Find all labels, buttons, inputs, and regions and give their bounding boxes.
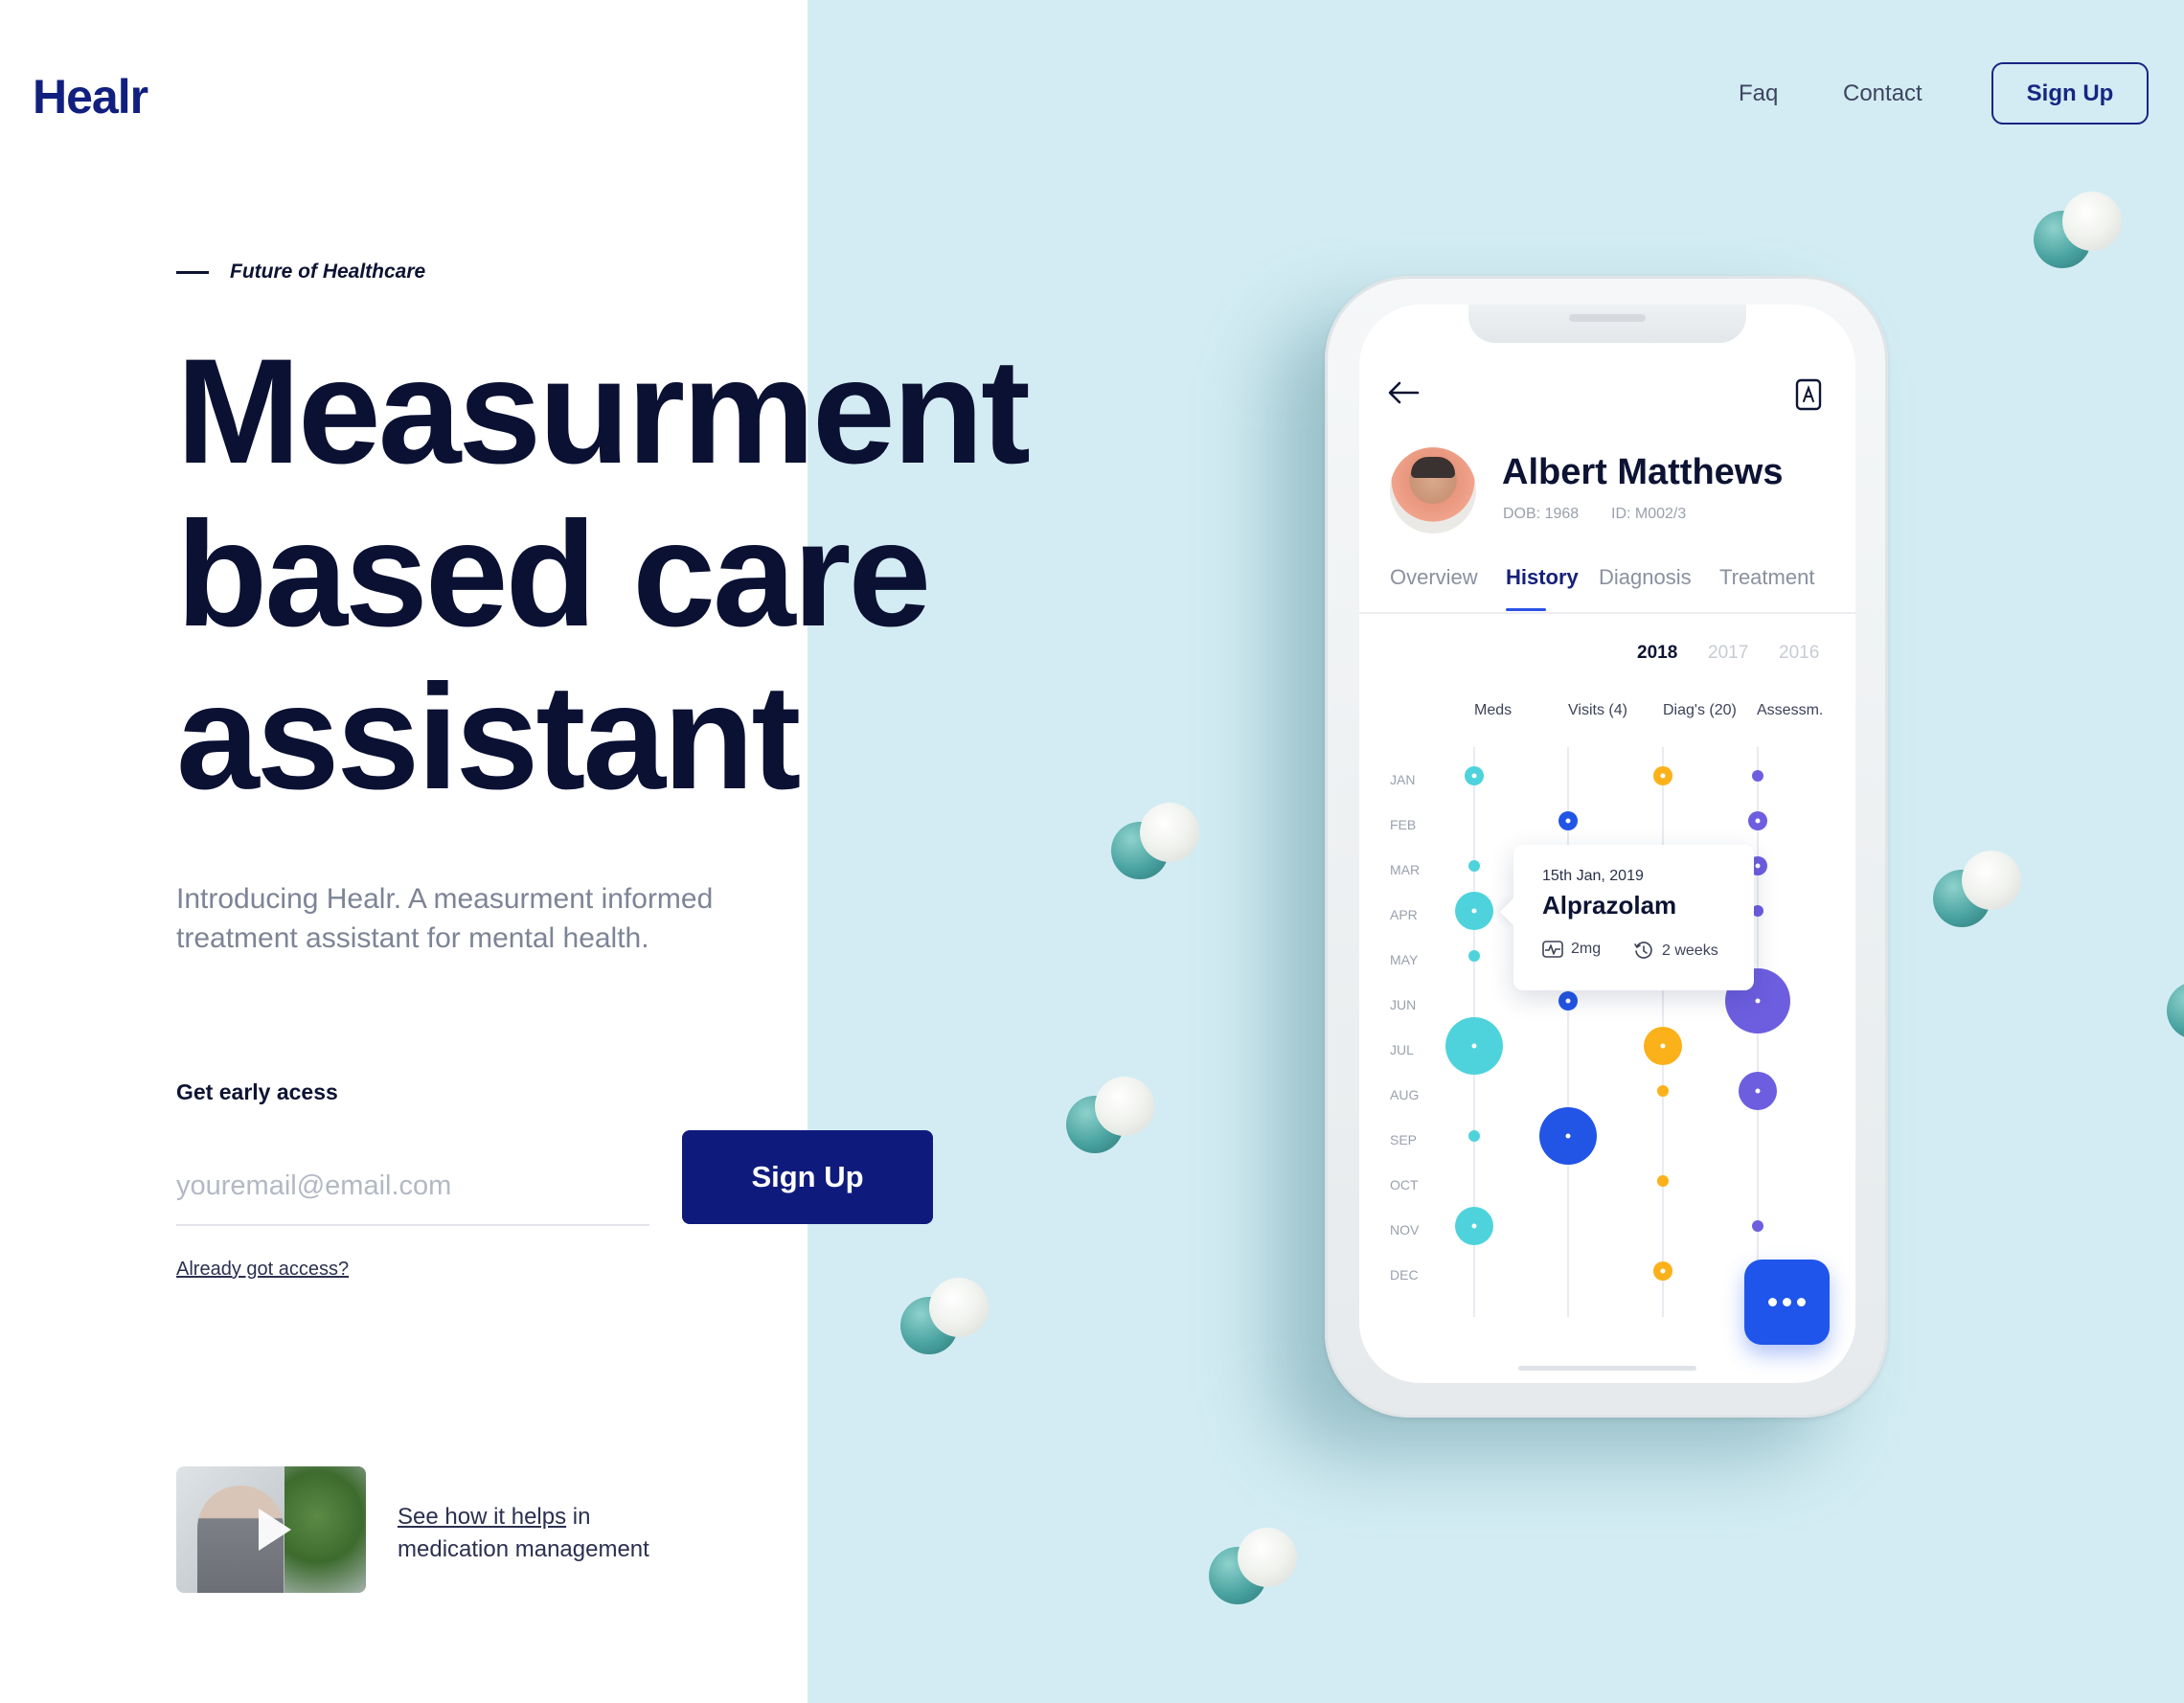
timeline-point-center [1471,908,1477,914]
timeline-point[interactable] [1468,860,1480,872]
timeline-point-center [1660,1268,1666,1274]
timeline-point-center [1565,818,1571,824]
timeline-point-center [1755,998,1761,1004]
timeline-point[interactable] [1752,1220,1763,1232]
timeline-point[interactable] [1752,770,1763,782]
timeline-chart [1445,747,1790,1317]
history-clock-icon [1634,942,1652,959]
medication-tooltip: 15th Jan, 2019 Alprazolam 2mg 2 weeks [1513,845,1754,990]
more-dots-icon [1768,1298,1777,1306]
timeline-point-center [1755,863,1761,869]
pulse-icon [1542,941,1563,958]
timeline-point[interactable] [1468,950,1480,962]
timeline-point-center [1565,1133,1571,1139]
tooltip-date: 15th Jan, 2019 [1542,868,1644,884]
tooltip-drug: Alprazolam [1542,891,1677,920]
tooltip-dose-value: 2mg [1571,941,1602,957]
timeline-point[interactable] [1657,1085,1669,1097]
timeline-point[interactable] [1657,1175,1669,1187]
timeline-point-center [1755,818,1761,824]
home-indicator [1518,1366,1696,1371]
tooltip-dose: 2mg [1542,941,1601,958]
tooltip-duration: 2 weeks [1633,941,1718,962]
more-options-button[interactable] [1744,1260,1830,1345]
timeline-point-center [1471,1043,1477,1049]
timeline-point-center [1471,773,1477,779]
timeline-point-center [1755,1088,1761,1094]
timeline-point-center [1471,1223,1477,1229]
tooltip-duration-value: 2 weeks [1662,942,1718,959]
timeline-point-center [1660,1043,1666,1049]
timeline-point[interactable] [1468,1130,1480,1142]
timeline-point-center [1565,998,1571,1004]
timeline-point-center [1660,773,1666,779]
